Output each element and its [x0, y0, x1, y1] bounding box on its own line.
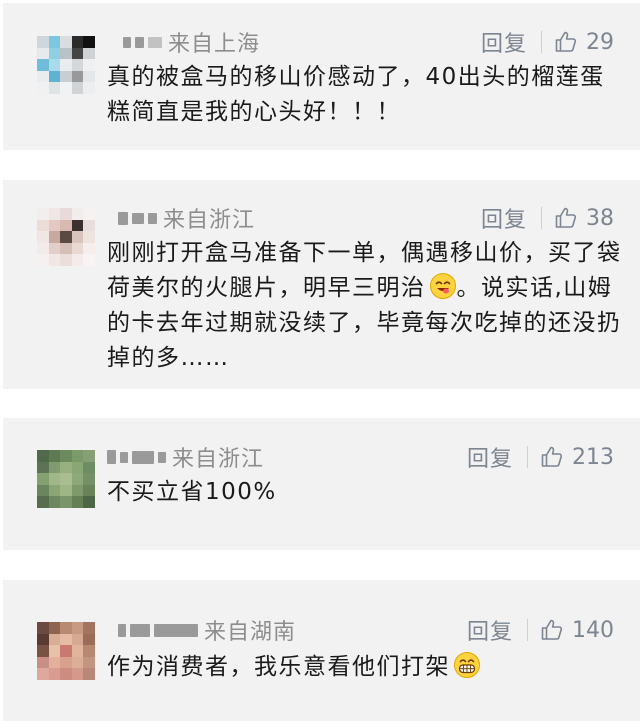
masked-username — [107, 450, 166, 464]
comment-text: 刚刚打开盒马准备下一单，偶遇移山价，买了袋荷美尔的火腿片，明早三明治 。说实话,… — [107, 236, 627, 376]
user-avatar[interactable] — [37, 450, 95, 508]
like-count: 213 — [572, 444, 614, 470]
user-avatar[interactable] — [37, 36, 95, 94]
action-divider — [527, 446, 528, 468]
comment-location: 来自湖南 — [204, 620, 297, 645]
reply-button[interactable]: 回复 — [481, 26, 527, 58]
user-avatar[interactable] — [37, 208, 95, 266]
grinning-face-emoji — [454, 652, 480, 678]
user-avatar[interactable] — [37, 622, 95, 680]
reply-button[interactable]: 回复 — [481, 202, 527, 234]
like-count: 140 — [572, 617, 614, 643]
like-count: 29 — [586, 29, 614, 55]
masked-username — [123, 36, 162, 48]
comment-card: 来自浙江 回复 213 不买立省100% — [3, 418, 640, 550]
comment-actions: 回复 38 — [481, 202, 614, 234]
comment-text: 真的被盒马的移山价感动了，40出头的榴莲蛋糕简直是我的心头好！！！ — [107, 64, 605, 125]
comment-location: 来自浙江 — [172, 447, 265, 472]
comment-list: 来自上海 回复 29 真的被盒马的移山价感动了，40出头的榴莲蛋糕简直是我的心头… — [0, 0, 642, 721]
masked-username — [118, 623, 198, 637]
thumbs-up-icon[interactable] — [540, 445, 564, 469]
comment-meta: 来自浙江 — [118, 204, 256, 233]
comment-meta: 来自湖南 — [118, 616, 297, 645]
comment-meta: 来自浙江 — [107, 443, 265, 472]
action-divider — [527, 619, 528, 641]
comment-meta: 来自上海 — [123, 28, 261, 57]
comment-location: 来自上海 — [168, 32, 261, 57]
comment-text-part: 作为消费者，我乐意看他们打架 — [107, 654, 450, 680]
reply-button[interactable]: 回复 — [467, 441, 513, 473]
comment-card: 来自浙江 回复 38 刚刚打开盒马准备下一单，偶遇移山价，买了袋荷美尔的火腿片，… — [3, 180, 640, 389]
like-count: 38 — [586, 205, 614, 231]
comment-text: 不买立省100% — [107, 479, 277, 505]
comment-actions: 回复 213 — [467, 441, 614, 473]
reply-button[interactable]: 回复 — [467, 614, 513, 646]
comment-actions: 回复 29 — [481, 26, 614, 58]
comment-card: 来自湖南 回复 140 作为消费者，我乐意看他们打架 — [3, 580, 640, 721]
yummy-face-emoji — [429, 273, 456, 299]
comment-card: 来自上海 回复 29 真的被盒马的移山价感动了，40出头的榴莲蛋糕简直是我的心头… — [3, 3, 640, 150]
comment-text: 作为消费者，我乐意看他们打架 — [107, 650, 627, 685]
comment-location: 来自浙江 — [163, 208, 256, 233]
action-divider — [541, 207, 542, 229]
comment-actions: 回复 140 — [467, 614, 614, 646]
thumbs-up-icon[interactable] — [540, 618, 564, 642]
thumbs-up-icon[interactable] — [554, 206, 578, 230]
masked-username — [118, 211, 157, 225]
thumbs-up-icon[interactable] — [554, 30, 578, 54]
action-divider — [541, 31, 542, 53]
